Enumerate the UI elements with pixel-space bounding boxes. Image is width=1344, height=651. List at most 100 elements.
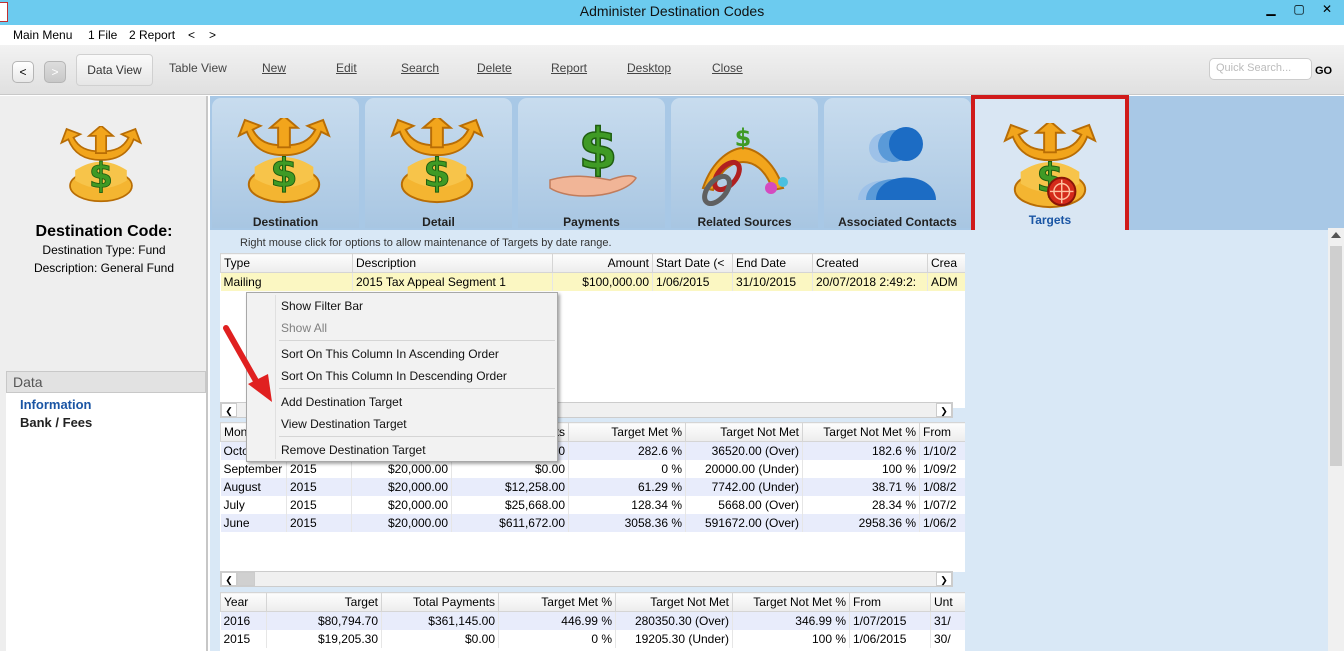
menu-item-remove-destination-target[interactable]: Remove Destination Target (281, 443, 426, 457)
col-description[interactable]: Description (352, 253, 553, 273)
col-created[interactable]: Created (812, 253, 928, 273)
destination-code-title: Destination Code: (35, 223, 173, 240)
tab-label: Detail (422, 215, 455, 229)
forward-button[interactable]: > (44, 61, 66, 83)
edit-button[interactable]: Edit (336, 61, 357, 75)
vertical-scrollbar[interactable] (1328, 228, 1344, 651)
scroll-left-icon[interactable]: ❮ (221, 572, 237, 586)
toolbar: < > Data View Table View New Edit Search… (0, 45, 1344, 95)
scroll-right-icon[interactable]: ❯ (936, 572, 952, 586)
scroll-left-icon[interactable]: ❮ (221, 403, 237, 417)
menu-item-show-filter-bar[interactable]: Show Filter Bar (281, 299, 363, 313)
col-created-by[interactable]: Crea (927, 253, 965, 273)
scroll-right-icon[interactable]: ❯ (936, 403, 952, 417)
menu-item-add-destination-target[interactable]: Add Destination Target (281, 395, 402, 409)
table-row[interactable]: August 2015 $20,000.00 $12,258.00 61.29 % 774… (220, 477, 965, 496)
menu-back[interactable]: < (188, 28, 195, 42)
restore-button[interactable]: ▢ (1286, 0, 1312, 18)
cell: 2958.36 % (802, 513, 920, 532)
cell: 1/09/2 (919, 459, 965, 478)
col-target-not-met[interactable]: Target Not Met (685, 422, 803, 442)
data-item-information[interactable]: Information (20, 397, 92, 412)
col-target-not-met[interactable]: Target Not Met (615, 592, 733, 612)
table-row[interactable]: 2016 $80,794.70 $361,145.00 446.99 % 280350.… (220, 611, 965, 630)
yearly-targets-grid: Year Target Total Payments Target Met % … (220, 592, 965, 651)
col-target-met-pct[interactable]: Target Met % (498, 592, 616, 612)
cell: September (220, 459, 287, 478)
cell: June (220, 513, 287, 532)
col-type[interactable]: Type (220, 253, 353, 273)
table-row[interactable]: 2015 $19,205.30 $0.00 0 % 19205.30 (Under) 10… (220, 629, 965, 648)
table-view-button[interactable]: Table View (169, 61, 227, 75)
go-button[interactable]: GO (1315, 65, 1332, 77)
cell: 28.34 % (802, 495, 920, 514)
menu-item-show-all[interactable]: Show All (281, 321, 327, 335)
menu-item-sort-descending[interactable]: Sort On This Column In Descending Order (281, 369, 507, 383)
table-row[interactable]: Mailing 2015 Tax Appeal Segment 1 $100,0… (220, 272, 965, 291)
cell: $20,000.00 (351, 513, 452, 532)
cell: 20000.00 (Under) (685, 459, 803, 478)
cell: 2015 (286, 459, 352, 478)
cell: 1/06/2015 (652, 272, 733, 291)
col-until[interactable]: Unt (930, 592, 965, 612)
horizontal-scrollbar[interactable]: ❮ ❯ (220, 571, 953, 587)
table-row[interactable]: June 2015 $20,000.00 $611,672.00 3058.36 % 59… (220, 513, 965, 532)
cell: $100,000.00 (552, 272, 653, 291)
menu-item-sort-ascending[interactable]: Sort On This Column In Ascending Order (281, 347, 499, 361)
tab-detail[interactable]: Detail (365, 98, 512, 229)
close-window-button[interactable]: ✕ (1314, 0, 1340, 18)
scroll-thumb[interactable] (237, 572, 255, 586)
close-button[interactable]: Close (712, 61, 743, 75)
destination-description: Description: General Fund (33, 261, 175, 275)
tab-payments[interactable]: $ Payments (518, 98, 665, 229)
cell: 1/07/2 (919, 495, 965, 514)
tab-label: Associated Contacts (838, 215, 957, 229)
menu-report[interactable]: 2 Report (129, 28, 175, 42)
menu-separator (279, 340, 555, 341)
tab-associated-contacts[interactable]: Associated Contacts (824, 98, 971, 229)
delete-button[interactable]: Delete (477, 61, 512, 75)
col-from[interactable]: From (849, 592, 931, 612)
new-button[interactable]: New (262, 61, 286, 75)
cell: August (220, 477, 287, 496)
tab-label: Destination (252, 215, 319, 229)
menu-bar: Main Menu 1 File 2 Report < > (0, 25, 1344, 45)
menu-file[interactable]: 1 File (88, 28, 117, 42)
cell: 2015 Tax Appeal Segment 1 (352, 272, 553, 291)
col-amount[interactable]: Amount (552, 253, 653, 273)
table-row[interactable]: September 2015 $20,000.00 $0.00 0 % 20000.00 … (220, 459, 965, 478)
col-target[interactable]: Target (266, 592, 382, 612)
report-button[interactable]: Report (551, 61, 587, 75)
data-item-bank-fees[interactable]: Bank / Fees (20, 415, 92, 430)
cell: 31/ (930, 611, 965, 630)
tab-label: Targets (1028, 213, 1072, 227)
menu-forward[interactable]: > (209, 28, 216, 42)
col-year[interactable]: Year (220, 592, 267, 612)
col-target-not-met-pct[interactable]: Target Not Met % (732, 592, 850, 612)
data-view-button[interactable]: Data View (76, 54, 153, 86)
tab-targets[interactable]: Targets (971, 95, 1129, 234)
scroll-thumb[interactable] (1330, 246, 1342, 466)
col-end-date[interactable]: End Date (732, 253, 813, 273)
cell: $0.00 (381, 629, 499, 648)
col-from[interactable]: From (919, 422, 965, 442)
search-button[interactable]: Search (401, 61, 439, 75)
col-target-not-met-pct[interactable]: Target Not Met % (802, 422, 920, 442)
desktop-button[interactable]: Desktop (627, 61, 671, 75)
minimize-button[interactable]: ▁ (1258, 0, 1284, 18)
quick-search-input[interactable]: Quick Search... (1209, 58, 1312, 80)
cell: 280350.30 (Over) (615, 611, 733, 630)
scroll-up-icon[interactable] (1331, 232, 1341, 238)
tab-related-sources[interactable]: $ Related Sources (671, 98, 818, 229)
tab-destination[interactable]: Destination (212, 98, 359, 229)
col-total-payments[interactable]: Total Payments (381, 592, 499, 612)
col-start-date[interactable]: Start Date (< (652, 253, 733, 273)
tab-label: Related Sources (697, 215, 792, 229)
menu-main[interactable]: Main Menu (13, 28, 72, 42)
table-row[interactable]: July 2015 $20,000.00 $25,668.00 128.34 % 5668… (220, 495, 965, 514)
back-button[interactable]: < (12, 61, 34, 83)
cell: $19,205.30 (266, 629, 382, 648)
menu-item-view-destination-target[interactable]: View Destination Target (281, 417, 407, 431)
col-target-met-pct[interactable]: Target Met % (568, 422, 686, 442)
cell: 2015 (220, 629, 267, 648)
